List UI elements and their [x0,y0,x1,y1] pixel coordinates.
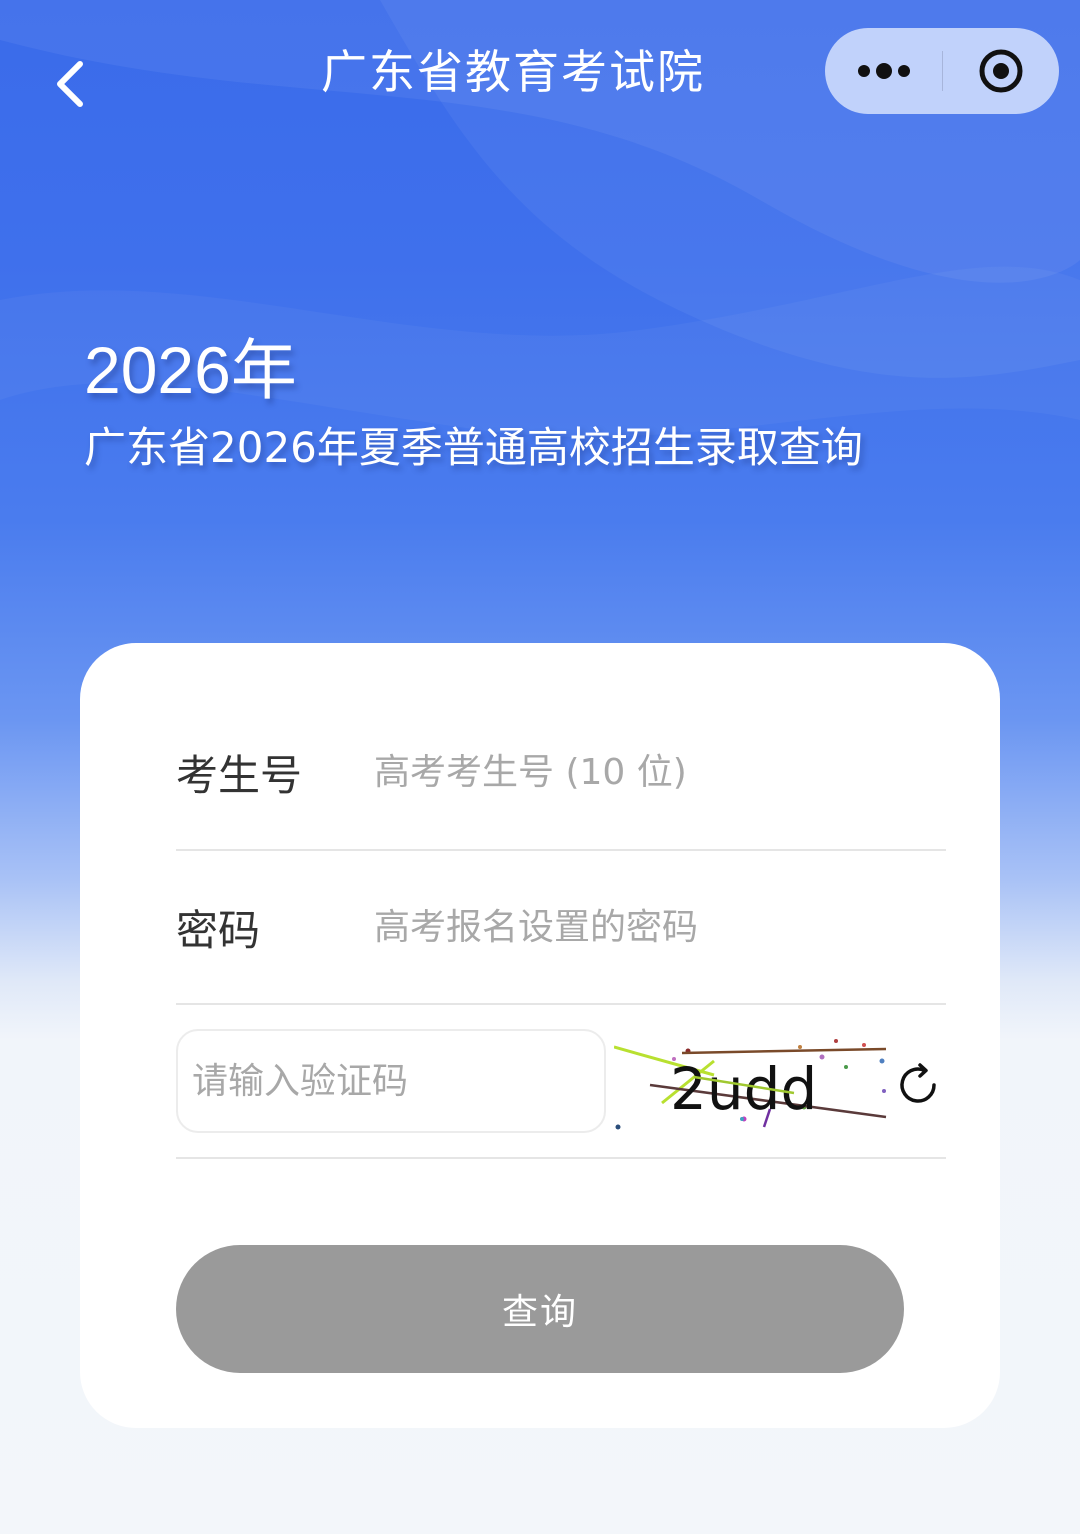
query-button[interactable]: 查询 [176,1245,904,1373]
close-button[interactable] [943,28,1059,114]
refresh-icon [900,1063,936,1103]
captcha-input[interactable] [192,1031,592,1131]
mini-program-capsule [825,28,1059,114]
password-input[interactable] [374,851,944,1003]
hero-year: 2026年 [84,333,297,407]
password-row: 密码 [176,851,946,1005]
query-form-card: 考生号 密码 [80,643,1000,1428]
captcha-row: 2udd [176,1005,946,1159]
captcha-refresh-button[interactable] [894,1061,942,1109]
candidate-number-label: 考生号 [176,750,303,800]
more-dots-icon [857,63,910,79]
back-button[interactable] [40,52,100,116]
page-title: 广东省教育考试院 [321,45,705,99]
captcha-field [176,1029,606,1133]
hero-subtitle: 广东省2026年夏季普通高校招生录取查询 [84,423,863,472]
candidate-number-input[interactable] [374,695,944,849]
captcha-image[interactable]: 2udd [614,1027,894,1139]
captcha-text: 2udd [670,1055,817,1123]
password-label: 密码 [176,905,261,955]
chevron-left-icon [57,61,83,107]
more-button[interactable] [825,28,942,114]
target-close-icon [979,49,1023,93]
candidate-number-row: 考生号 [176,695,946,851]
